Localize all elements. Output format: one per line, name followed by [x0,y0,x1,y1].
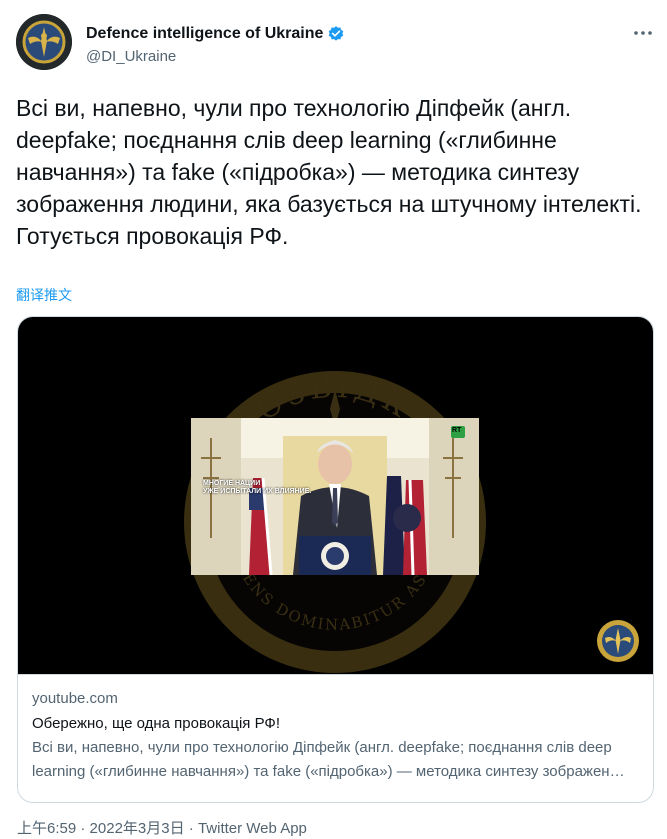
card-description: Всі ви, напевно, чули про технологію Діп… [32,739,626,780]
card-body: youtube.com Обережно, ще одна провокація… [18,674,653,802]
display-name[interactable]: Defence intelligence of Ukraine [86,24,323,44]
card-domain: youtube.com [32,690,118,707]
meta-separator: · [184,820,198,837]
video-caption: МНОГИЕ НАЦИИ УЖЕ ИСПЫТАЛИ ИХ ВЛИЯНИЕ. [203,480,312,495]
avatar[interactable] [16,14,72,70]
tweet-time[interactable]: 上午6:59 [17,820,76,837]
intelligence-emblem-icon [16,14,72,70]
name-row: Defence intelligence of Ukraine [86,24,345,44]
tweet-meta: 上午6:59 · 2022年3月3日 · Twitter Web App [17,817,307,838]
video-scene-image [191,418,479,575]
video-thumbnail[interactable]: РОЗВІДКА SAPIENS DOMINABITUR ASTRIS [18,317,653,674]
intelligence-logo-icon [597,620,639,662]
tweet-source[interactable]: Twitter Web App [198,820,307,837]
video-frame: МНОГИЕ НАЦИИ УЖЕ ИСПЫТАЛИ ИХ ВЛИЯНИЕ. RT [191,418,479,575]
tweet-date[interactable]: 2022年3月3日 [90,820,185,837]
tweet-header: Defence intelligence of Ukraine @DI_Ukra… [16,14,656,74]
translate-tweet-link[interactable]: 翻译推文 [16,285,72,305]
channel-badge: RT [452,427,462,434]
verified-badge-icon [327,25,345,43]
more-options-icon[interactable] [632,22,654,44]
link-card[interactable]: РОЗВІДКА SAPIENS DOMINABITUR ASTRIS [17,316,654,803]
tweet-text: Всі ви, напевно, чули про технологію Діп… [16,95,642,249]
account-handle[interactable]: @DI_Ukraine [86,48,176,65]
meta-separator: · [76,820,90,837]
card-title: Обережно, ще одна провокація РФ! [32,715,280,732]
